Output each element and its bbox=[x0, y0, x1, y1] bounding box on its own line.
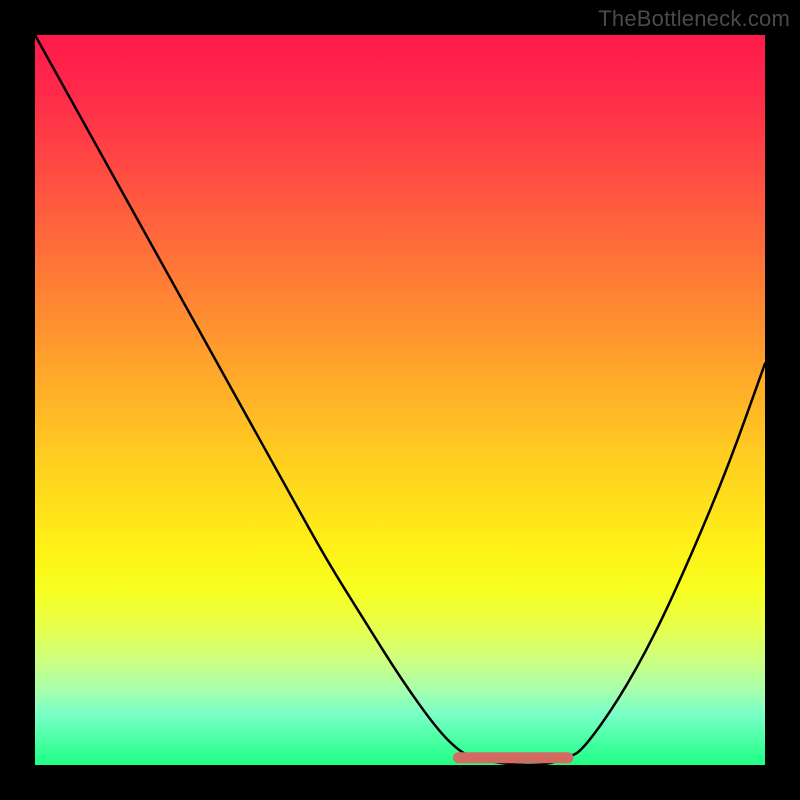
watermark-text: TheBottleneck.com bbox=[598, 6, 790, 32]
plot-area bbox=[35, 35, 765, 765]
chart-frame: TheBottleneck.com bbox=[0, 0, 800, 800]
bottleneck-curve bbox=[35, 35, 765, 765]
